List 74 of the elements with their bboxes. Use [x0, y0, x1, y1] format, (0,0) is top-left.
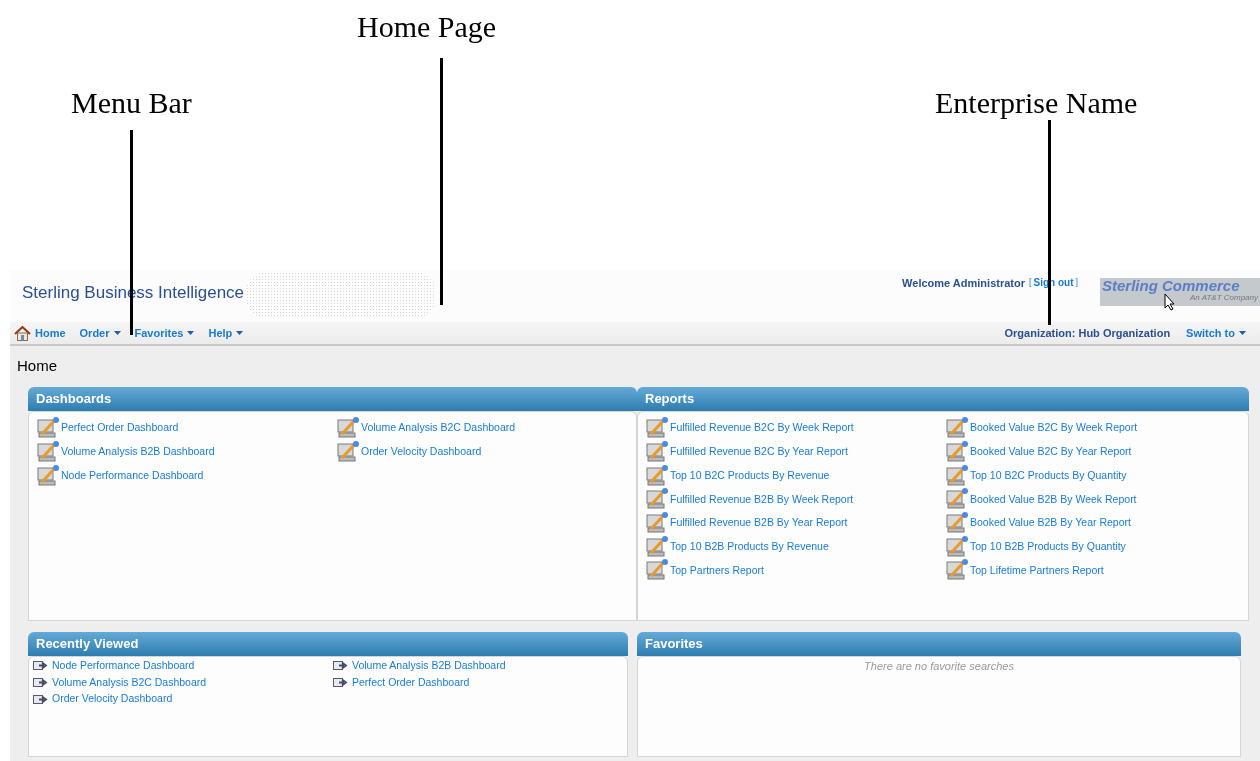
arrow-right-icon — [33, 693, 48, 705]
monitor-pen-icon — [646, 441, 670, 464]
item-link[interactable]: Top Partners Report — [646, 558, 946, 583]
monitor-pen-icon — [946, 441, 970, 464]
house-icon — [14, 325, 31, 341]
item-link[interactable]: Booked Value B2B By Week Report — [946, 487, 1246, 512]
item-link[interactable]: Volume Analysis B2C Dashboard — [337, 416, 637, 441]
callout-label: Menu Bar — [71, 85, 192, 121]
monitor-pen-icon — [646, 559, 670, 582]
monitor-pen-icon — [337, 441, 361, 464]
item-link[interactable]: Booked Value B2C By Week Report — [946, 416, 1246, 441]
item-link[interactable]: Top 10 B2B Products By Quantity — [946, 534, 1246, 559]
bracket: [ — [1028, 275, 1032, 289]
item-link[interactable]: Booked Value B2C By Year Report — [946, 440, 1246, 464]
callout-label: Home Page — [357, 9, 497, 45]
menu-item[interactable]: Order — [79, 324, 121, 342]
monitor-pen-icon — [37, 417, 61, 440]
monitor-pen-icon — [37, 441, 61, 464]
item-link[interactable]: Volume Analysis B2C Dashboard — [33, 674, 333, 691]
switch-to-menu[interactable]: Switch to — [1186, 324, 1246, 342]
callout-label: Enterprise Name — [935, 85, 1138, 121]
bracket: ] — [1075, 275, 1078, 289]
empty-message: There are no favorite searches — [863, 658, 1015, 674]
item-link[interactable]: Top Lifetime Partners Report — [946, 558, 1246, 583]
organization-name: Organization: Hub Organization — [1004, 325, 1171, 341]
item-link[interactable]: Fulfilled Revenue B2B By Week Report — [646, 487, 946, 512]
monitor-pen-icon — [946, 559, 970, 582]
item-link[interactable]: Top 10 B2B Products By Revenue — [646, 534, 946, 559]
monitor-pen-icon — [646, 488, 670, 511]
monitor-pen-icon — [946, 464, 970, 487]
monitor-pen-icon — [946, 512, 970, 535]
panel-title: Favorites — [645, 634, 703, 653]
panel-title: Reports — [645, 389, 695, 408]
item-link[interactable]: Perfect Order Dashboard — [333, 674, 633, 691]
item-link[interactable]: Fulfilled Revenue B2C By Year Report — [646, 440, 946, 464]
monitor-pen-icon — [946, 535, 970, 558]
mouse-cursor-icon — [1164, 293, 1176, 311]
panel-title: Dashboards — [36, 389, 112, 408]
menu-item[interactable]: Home — [14, 324, 66, 342]
menu-item[interactable]: Help — [208, 324, 244, 342]
arrow-right-icon — [333, 660, 348, 672]
item-link[interactable]: Top 10 B2C Products By Quantity — [946, 463, 1246, 488]
monitor-pen-icon — [946, 488, 970, 511]
panel-title: Recently Viewed — [36, 634, 139, 653]
item-link[interactable]: Volume Analysis B2B Dashboard — [333, 657, 633, 675]
monitor-pen-icon — [337, 417, 361, 440]
monitor-pen-icon — [646, 417, 670, 440]
logo-tagline: An AT&T Company — [1189, 293, 1258, 303]
monitor-pen-icon — [646, 464, 670, 487]
menu-item[interactable]: Favorites — [134, 324, 195, 342]
caret-icon — [1239, 331, 1246, 335]
monitor-pen-icon — [37, 464, 61, 487]
page-title: Home — [17, 356, 57, 376]
arrow-right-icon — [33, 660, 48, 672]
logo-name: Sterling Commerce — [1102, 278, 1240, 293]
monitor-pen-icon — [646, 535, 670, 558]
caret-icon — [113, 331, 121, 335]
item-link[interactable]: Perfect Order Dashboard — [37, 416, 337, 441]
item-link[interactable]: Booked Value B2B By Year Report — [946, 511, 1246, 535]
arrow-right-icon — [33, 677, 48, 689]
monitor-pen-icon — [646, 512, 670, 535]
item-link[interactable]: Order Velocity Dashboard — [337, 440, 637, 464]
caret-icon — [187, 331, 195, 335]
welcome-text: Welcome Administrator — [902, 276, 1025, 291]
monitor-pen-icon — [946, 417, 970, 440]
item-link[interactable]: Fulfilled Revenue B2C By Week Report — [646, 416, 946, 441]
item-link[interactable]: Node Performance Dashboard — [37, 463, 337, 488]
item-link[interactable]: Order Velocity Dashboard — [33, 690, 333, 708]
item-link[interactable]: Fulfilled Revenue B2B By Year Report — [646, 511, 946, 535]
item-link[interactable]: Top 10 B2C Products By Revenue — [646, 463, 946, 488]
item-link[interactable]: Volume Analysis B2B Dashboard — [37, 440, 337, 464]
caret-icon — [236, 331, 244, 335]
item-link[interactable]: Node Performance Dashboard — [33, 657, 333, 675]
arrow-right-icon — [333, 677, 348, 689]
